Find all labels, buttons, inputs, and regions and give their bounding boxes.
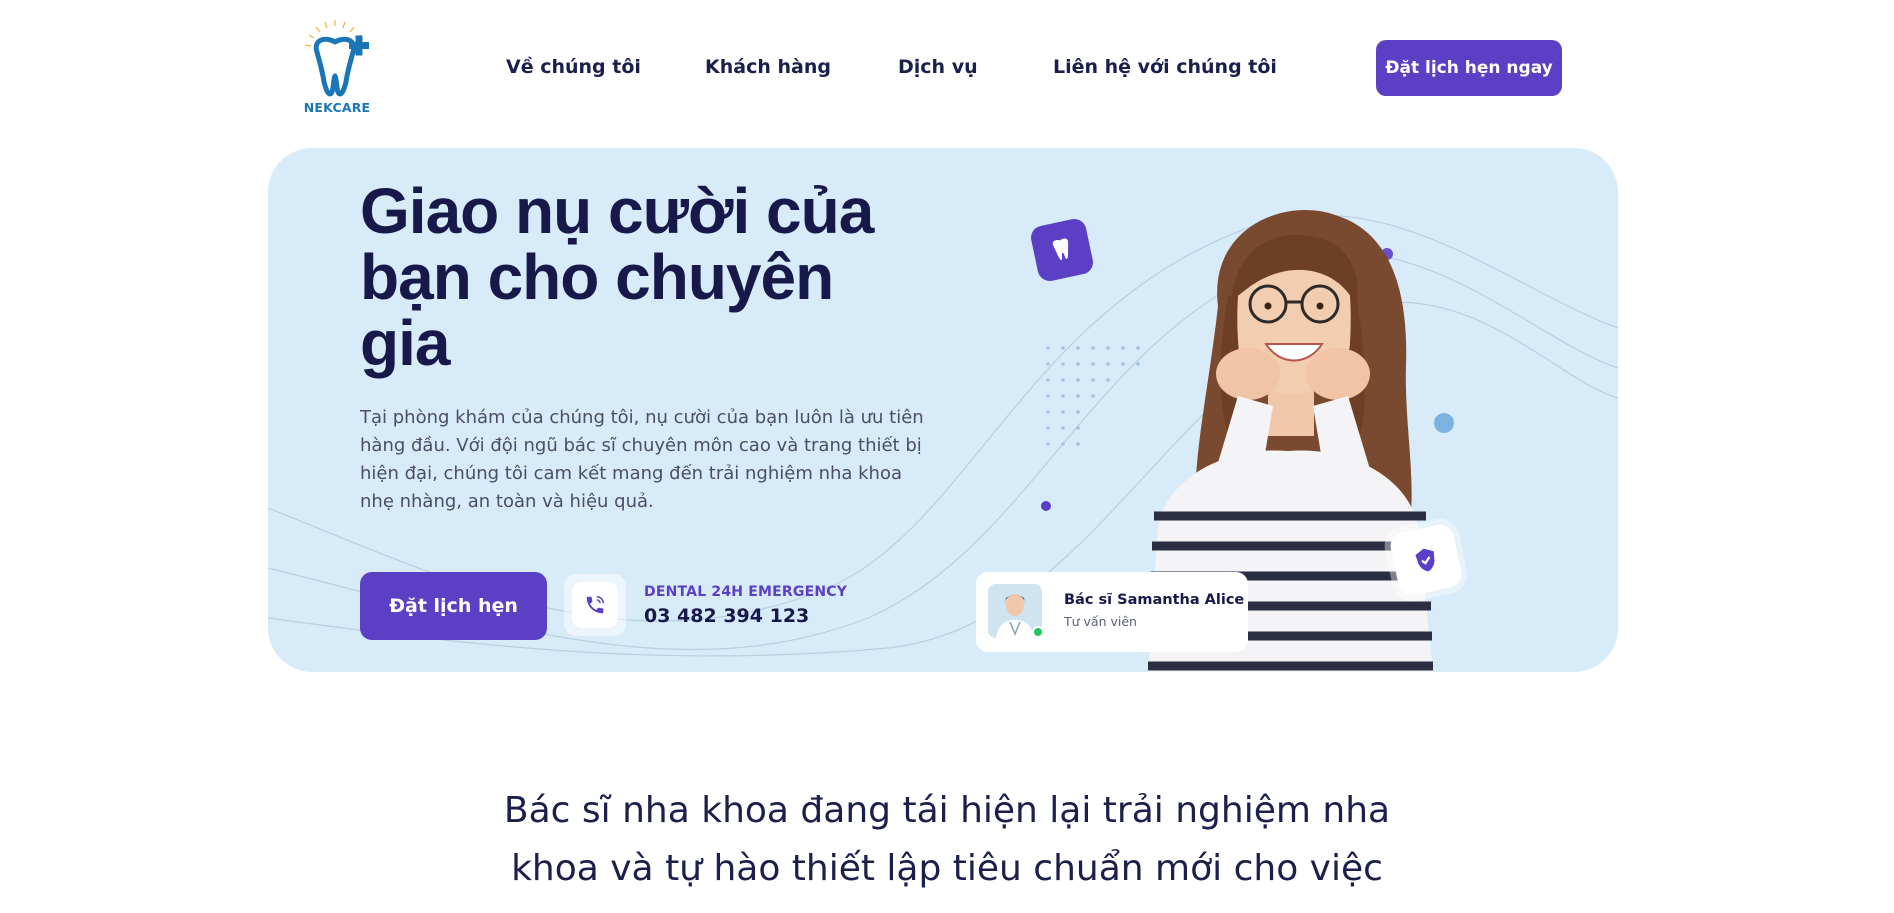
tooth-icon bbox=[1052, 238, 1069, 261]
hero-section: Giao nụ cười của bạn cho chuyên gia Tại … bbox=[268, 148, 1618, 672]
emergency-label: DENTAL 24H EMERGENCY bbox=[644, 584, 848, 600]
tooth-plus-icon bbox=[304, 20, 369, 97]
phone-icon bbox=[586, 596, 604, 614]
book-appointment-button[interactable]: Đặt lịch hẹn bbox=[360, 572, 547, 640]
book-now-button[interactable]: Đặt lịch hẹn ngay bbox=[1376, 40, 1562, 96]
hero-title: Giao nụ cười của bạn cho chuyên gia bbox=[360, 175, 874, 379]
nav-item-clients[interactable]: Khách hàng bbox=[705, 56, 831, 78]
brand-name: NEKCARE bbox=[303, 100, 371, 115]
nav-item-services[interactable]: Dịch vụ bbox=[898, 56, 978, 78]
nav-item-contact[interactable]: Liên hệ với chúng tôi bbox=[1053, 56, 1277, 78]
check-shield-icon bbox=[1415, 548, 1435, 572]
emergency-phone-number[interactable]: 03 482 394 123 bbox=[644, 605, 809, 627]
doctor-role: Tư vấn viên bbox=[1064, 614, 1137, 629]
nav-item-about[interactable]: Về chúng tôi bbox=[506, 56, 641, 78]
doctor-card[interactable]: Bác sĩ Samantha Alice Tư vấn viên bbox=[976, 572, 1248, 652]
online-status-indicator bbox=[1032, 626, 1044, 638]
phone-call-button[interactable] bbox=[564, 574, 626, 636]
hero-description: Tại phòng khám của chúng tôi, nụ cười củ… bbox=[360, 407, 924, 512]
doctor-name: Bác sĩ Samantha Alice bbox=[1064, 592, 1245, 608]
floating-tooth-badge bbox=[1028, 216, 1096, 284]
brand-logo[interactable]: NEKCARE bbox=[301, 18, 373, 118]
mission-heading: Bác sĩ nha khoa đang tái hiện lại trải n… bbox=[503, 790, 1391, 889]
floating-check-badge bbox=[1388, 522, 1464, 598]
